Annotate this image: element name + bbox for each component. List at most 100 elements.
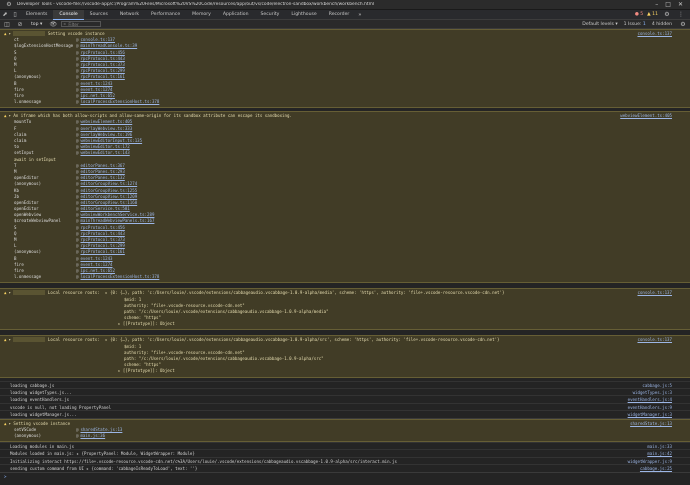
- at-sign: @: [76, 426, 79, 432]
- tab-application[interactable]: Application: [217, 10, 255, 20]
- log-message: sending custom command from UI ▸ {comman…: [0, 464, 690, 471]
- stack-source-link[interactable]: editorGroupView.ts:1274: [80, 181, 137, 186]
- at-sign: @: [76, 187, 79, 193]
- console-prompt[interactable]: >: [0, 473, 690, 480]
- stack-source-link[interactable]: event.ts:1243: [80, 81, 112, 86]
- more-options-icon[interactable]: ⋮: [676, 10, 686, 20]
- console-output[interactable]: ▲ ▾ Setting vscode instance console.ts:13…: [0, 29, 690, 485]
- object-summary[interactable]: ▸ {0: {…}, path: 'c:/Users/louie/.vscode…: [105, 337, 499, 342]
- stack-source-link[interactable]: rpcProtocol.ts:456: [80, 225, 124, 230]
- context-selector[interactable]: top ▾: [28, 22, 45, 27]
- log-text: loading eventHandlers.js: [10, 397, 70, 403]
- stack-source-link[interactable]: mainThreadConsole.ts:39: [80, 43, 137, 48]
- stack-source-link[interactable]: rpcProtocol.ts:456: [80, 50, 124, 55]
- log-text: Initializing interact https://file+.vsco…: [10, 458, 397, 464]
- tab-security[interactable]: Security: [255, 10, 286, 20]
- stack-source-link[interactable]: event.ts:1243: [80, 256, 112, 261]
- log-levels-dropdown[interactable]: Default levels ▾: [582, 22, 617, 27]
- stack-source-link[interactable]: editorService.ts:581: [80, 206, 129, 211]
- filter-input[interactable]: Filter: [61, 21, 102, 27]
- stack-source-link[interactable]: mainThreadWebviewPanels.ts:167: [80, 218, 154, 223]
- tab-memory[interactable]: Memory: [186, 10, 217, 20]
- warning-badge[interactable]: ▲ 11: [647, 12, 658, 17]
- stack-source-link[interactable]: editorGroupView.ts:1209: [80, 194, 137, 199]
- log-text: vscode is null, not loading PropertyPane…: [10, 404, 112, 410]
- stack-source-link[interactable]: rpcProtocol.ts:373: [80, 237, 124, 242]
- at-sign: @: [76, 212, 79, 218]
- stack-source-link[interactable]: localProcessExtensionHost.ts:378: [80, 99, 159, 104]
- maximize-icon[interactable]: □: [665, 1, 671, 8]
- more-tabs-button[interactable]: »: [355, 12, 364, 18]
- window-titlebar: ⚙ Developer Tools - vscode-file://vscode…: [0, 0, 690, 10]
- stack-source-link[interactable]: ipc.net.ts:652: [80, 268, 115, 273]
- at-sign: @: [76, 218, 79, 224]
- at-sign: @: [76, 261, 79, 267]
- stack-source-link[interactable]: webviewEditorInput.ts:135: [80, 138, 142, 143]
- tab-network[interactable]: Network: [114, 10, 145, 20]
- stack-source-link[interactable]: webviewEditor.ts:172: [80, 144, 129, 149]
- stack-source-link[interactable]: localProcessExtensionHost.ts:378: [80, 274, 159, 279]
- stack-source-link[interactable]: ipc.net.ts:652: [80, 93, 115, 98]
- live-expression-icon[interactable]: 👁: [48, 19, 58, 29]
- at-sign: @: [76, 230, 79, 236]
- sidebar-toggle-icon[interactable]: ◫: [2, 19, 12, 29]
- tab-recorder[interactable]: Recorder: [323, 10, 356, 20]
- device-toolbar-icon[interactable]: ▯: [10, 10, 20, 20]
- close-icon[interactable]: ✕: [678, 1, 683, 8]
- warning-prefix: [13, 337, 46, 343]
- clear-console-icon[interactable]: ⊘: [15, 19, 25, 29]
- source-link[interactable]: widgetManager.js:3: [628, 411, 672, 418]
- stack-source-link[interactable]: editorGroupView.ts:1255: [80, 188, 137, 193]
- inspect-element-icon[interactable]: ⬈: [0, 10, 10, 20]
- warning-icon: ▲: [4, 420, 7, 426]
- stack-source-link[interactable]: event.ts:1274: [80, 262, 112, 267]
- stack-source-link[interactable]: event.ts:1274: [80, 87, 112, 92]
- prompt-caret: >: [4, 473, 7, 479]
- at-sign: @: [76, 274, 79, 280]
- tab-console[interactable]: Console: [53, 9, 84, 20]
- log-message: loading cabbage.js cabbage.js:5: [0, 380, 690, 388]
- stack-source-link[interactable]: overlayWebview.ts:333: [80, 126, 132, 131]
- stack-source-link[interactable]: sharedState.js:13: [80, 427, 122, 432]
- object-property[interactable]: ▸ [[Prototype]]: Object: [0, 368, 690, 374]
- console-warning: ▲ ▾ Setting vscode instance console.ts:13…: [0, 29, 690, 109]
- stack-source-link[interactable]: editorPanes.ts:132: [80, 175, 124, 180]
- stack-source-link[interactable]: editorPanes.ts:293: [80, 169, 124, 174]
- tab-lighthouse[interactable]: Lighthouse: [285, 10, 322, 20]
- warning-icon: ▲: [4, 290, 7, 296]
- stack-source-link[interactable]: rpcProtocol.ts:299: [80, 68, 124, 73]
- stack-source-link[interactable]: rpcProtocol.ts:161: [80, 249, 124, 254]
- stack-source-link[interactable]: rpcProtocol.ts:443: [80, 231, 124, 236]
- stack-source-link[interactable]: rpcProtocol.ts:299: [80, 243, 124, 248]
- stack-source-link[interactable]: overlayWebview.ts:196: [80, 132, 132, 137]
- log-text: Loading modules in main.js: [10, 444, 75, 450]
- console-settings-icon[interactable]: ⚙: [678, 19, 688, 29]
- at-sign: @: [76, 61, 79, 67]
- stack-source-link[interactable]: main.js:36: [80, 433, 105, 438]
- hidden-count: 4 hidden: [651, 21, 672, 27]
- context-label: top: [31, 21, 39, 27]
- source-link[interactable]: cabbage.js:25: [640, 465, 672, 472]
- stack-function: l.onmessage: [14, 274, 42, 280]
- stack-source-link[interactable]: webviewEditor.ts:143: [80, 150, 129, 155]
- object-summary[interactable]: ▸ {0: {…}, path: 'c:/Users/louie/.vscode…: [105, 290, 504, 295]
- stack-source-link[interactable]: console.ts:137: [80, 37, 115, 42]
- stack-source-link[interactable]: webviewElement.ts:405: [80, 119, 132, 124]
- tab-performance[interactable]: Performance: [145, 10, 186, 20]
- console-warning: ▲ ▾ Local resource roots: ▸ {0: {…}, path…: [0, 335, 690, 378]
- stack-source-link[interactable]: rpcProtocol.ts:161: [80, 74, 124, 79]
- error-badge[interactable]: ● 5: [635, 12, 643, 17]
- stack-source-link[interactable]: editorGroupView.ts:1160: [80, 200, 137, 205]
- stack-source-link[interactable]: webviewWorkbenchService.ts:289: [80, 212, 154, 217]
- tab-elements[interactable]: Elements: [20, 10, 53, 20]
- settings-icon[interactable]: ⚙: [662, 10, 672, 20]
- object-property[interactable]: ▸ [[Prototype]]: Object: [0, 321, 690, 327]
- stack-source-link[interactable]: rpcProtocol.ts:443: [80, 56, 124, 61]
- log-message: loading widgetManager.js... widgetManager…: [0, 410, 690, 417]
- stack-source-link[interactable]: editorPanes.ts:367: [80, 163, 124, 168]
- minimize-icon[interactable]: –: [655, 1, 658, 8]
- warning-icon: ▲: [4, 31, 7, 36]
- tab-sources[interactable]: Sources: [84, 10, 114, 20]
- stack-source-link[interactable]: rpcProtocol.ts:373: [80, 62, 124, 67]
- issues-button[interactable]: 1 Issue: 1: [624, 22, 646, 27]
